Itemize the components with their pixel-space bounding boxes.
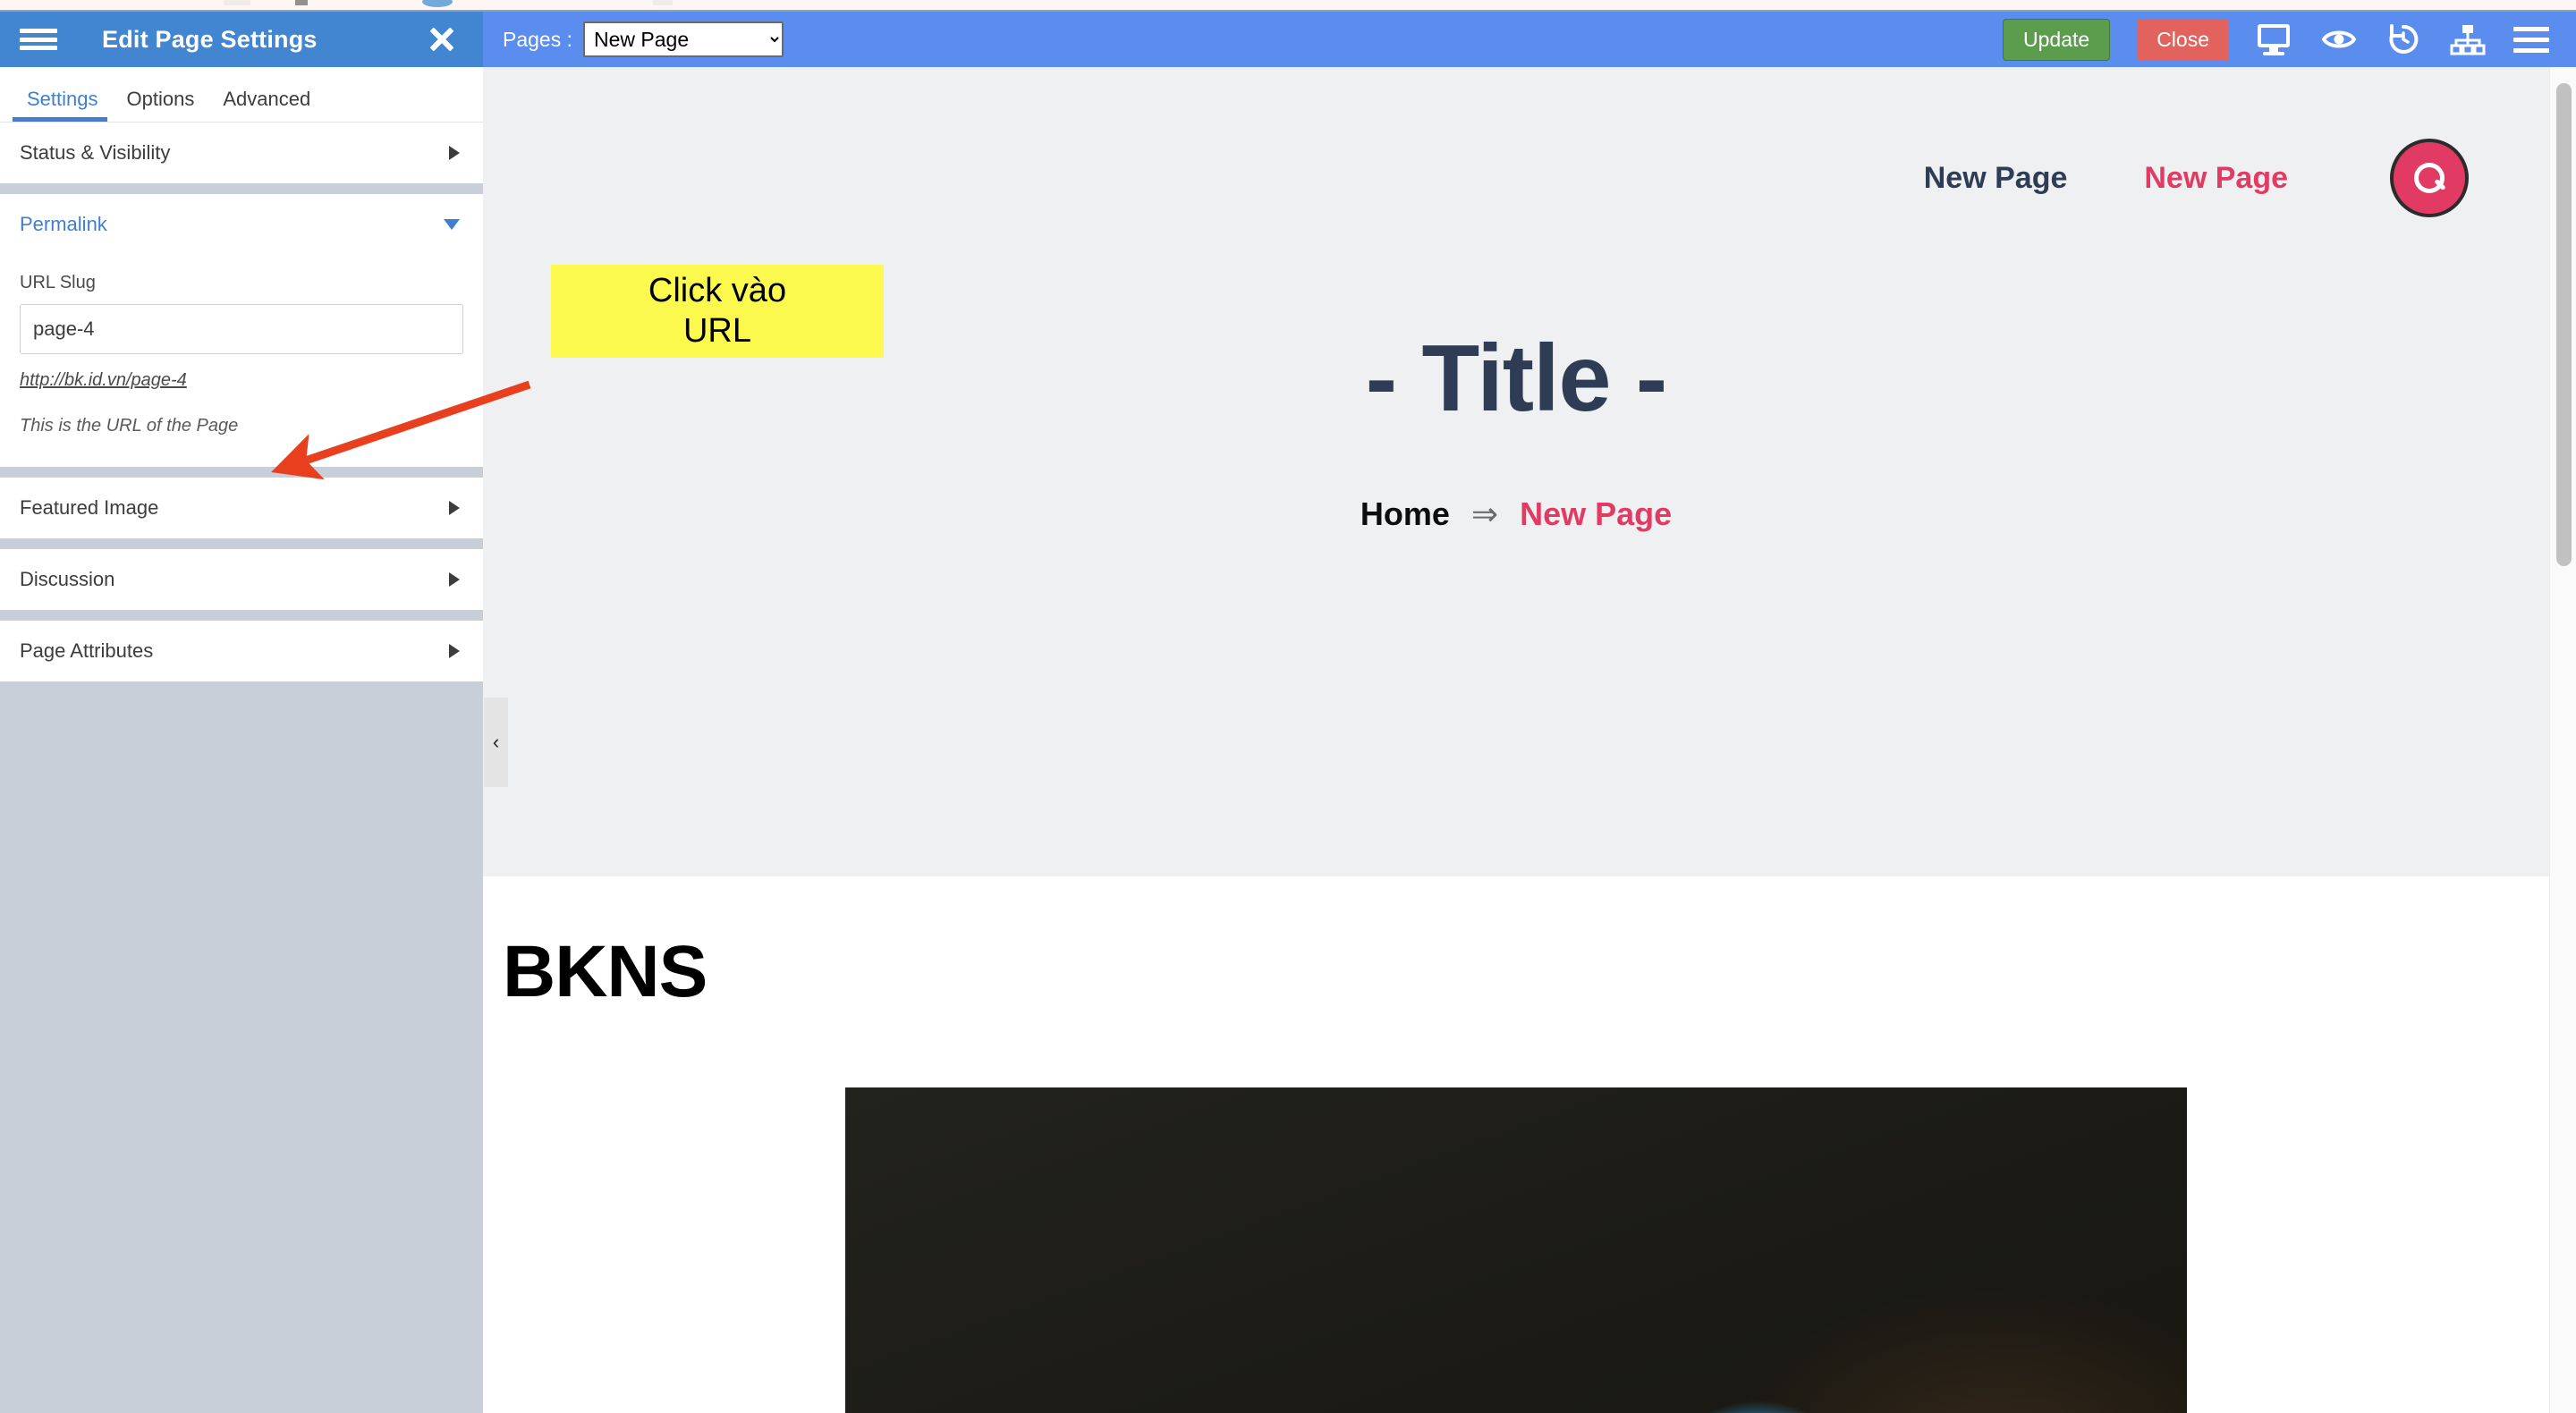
permalink-url-link[interactable]: http://bk.id.vn/page-4 bbox=[20, 370, 187, 391]
pages-label: Pages : bbox=[503, 27, 572, 51]
url-slug-input[interactable] bbox=[20, 304, 463, 354]
section-status-visibility[interactable]: Status & Visibility bbox=[0, 123, 483, 183]
section-page-attributes[interactable]: Page Attributes bbox=[0, 621, 483, 681]
chevron-down-icon bbox=[444, 219, 460, 230]
section-status-visibility-label: Status & Visibility bbox=[20, 141, 171, 164]
edit-page-settings-panel: Edit Page Settings Settings Options Adva… bbox=[0, 12, 483, 1413]
content-photo bbox=[845, 1087, 2187, 1413]
vertical-scrollbar[interactable] bbox=[2549, 67, 2576, 1413]
nav-link-new-page-2[interactable]: New Page bbox=[2144, 161, 2288, 196]
callout-line-1: Click vào bbox=[648, 272, 787, 310]
section-divider bbox=[0, 610, 483, 621]
close-button[interactable]: Close bbox=[2137, 18, 2229, 61]
permalink-body: URL Slug http://bk.id.vn/page-4 This is … bbox=[0, 255, 483, 467]
scrollbar-thumb[interactable] bbox=[2556, 83, 2572, 566]
breadcrumb-home[interactable]: Home bbox=[1360, 495, 1450, 532]
chrome-ghost-mark bbox=[653, 0, 673, 5]
chrome-ghost-badge bbox=[422, 0, 453, 7]
section-discussion-label: Discussion bbox=[20, 568, 115, 590]
section-featured-image[interactable]: Featured Image bbox=[0, 478, 483, 538]
breadcrumb-separator-icon: ⇒ bbox=[1470, 495, 1499, 532]
app-root: Edit Page Settings Settings Options Adva… bbox=[0, 0, 2576, 1413]
panel-header: Edit Page Settings bbox=[0, 12, 483, 67]
hero-section: New Page New Page - Title - Home ⇒ New P… bbox=[483, 67, 2549, 876]
section-permalink-label: Permalink bbox=[20, 213, 107, 235]
section-divider bbox=[0, 467, 483, 478]
chevron-right-icon bbox=[449, 501, 460, 515]
panel-title: Edit Page Settings bbox=[102, 25, 318, 53]
section-featured-image-label: Featured Image bbox=[20, 496, 159, 519]
section-discussion[interactable]: Discussion bbox=[0, 549, 483, 610]
breadcrumb: Home ⇒ New Page bbox=[483, 495, 2549, 533]
site-nav: New Page New Page bbox=[483, 67, 2549, 217]
search-icon bbox=[2414, 163, 2445, 193]
nav-link-new-page-1[interactable]: New Page bbox=[1924, 161, 2068, 196]
pages-select[interactable]: New Page bbox=[583, 21, 784, 57]
section-divider bbox=[0, 538, 483, 549]
hamburger-icon[interactable] bbox=[20, 26, 57, 53]
revision-history-icon[interactable] bbox=[2385, 22, 2422, 56]
panel-tabs: Settings Options Advanced bbox=[0, 67, 483, 123]
top-toolbar: Pages : New Page Update Close bbox=[483, 12, 2576, 67]
hamburger-icon[interactable] bbox=[2513, 22, 2551, 56]
close-icon[interactable] bbox=[426, 24, 456, 55]
update-button[interactable]: Update bbox=[2003, 18, 2111, 61]
content-heading: BKNS bbox=[503, 931, 708, 1012]
sitemap-icon[interactable] bbox=[2449, 22, 2487, 56]
chrome-ghost-tab bbox=[224, 0, 250, 5]
callout-line-2: URL bbox=[682, 312, 752, 350]
chevron-right-icon bbox=[449, 146, 460, 160]
permalink-help-text: This is the URL of the Page bbox=[20, 416, 239, 436]
panel-collapse-handle[interactable]: ‹ bbox=[484, 698, 508, 787]
section-permalink[interactable]: Permalink bbox=[0, 194, 483, 255]
section-page-attributes-label: Page Attributes bbox=[20, 639, 154, 662]
tab-advanced[interactable]: Advanced bbox=[208, 89, 325, 122]
url-slug-label: URL Slug bbox=[20, 273, 96, 292]
tab-settings[interactable]: Settings bbox=[13, 89, 113, 122]
chevron-right-icon bbox=[449, 644, 460, 658]
section-divider bbox=[0, 183, 483, 194]
monitor-icon[interactable] bbox=[2256, 22, 2293, 56]
tab-options[interactable]: Options bbox=[113, 89, 209, 122]
chevron-right-icon bbox=[449, 572, 460, 587]
browser-chrome-strip bbox=[0, 0, 2576, 12]
content-area: BKNS bbox=[483, 876, 2549, 1413]
annotation-callout: Click vào URL bbox=[551, 265, 884, 358]
eye-icon[interactable] bbox=[2320, 22, 2358, 56]
toolbar-actions: Update Close bbox=[2003, 18, 2576, 61]
chrome-ghost-icon bbox=[295, 0, 308, 5]
breadcrumb-current: New Page bbox=[1520, 495, 1673, 532]
search-button[interactable] bbox=[2390, 139, 2469, 217]
